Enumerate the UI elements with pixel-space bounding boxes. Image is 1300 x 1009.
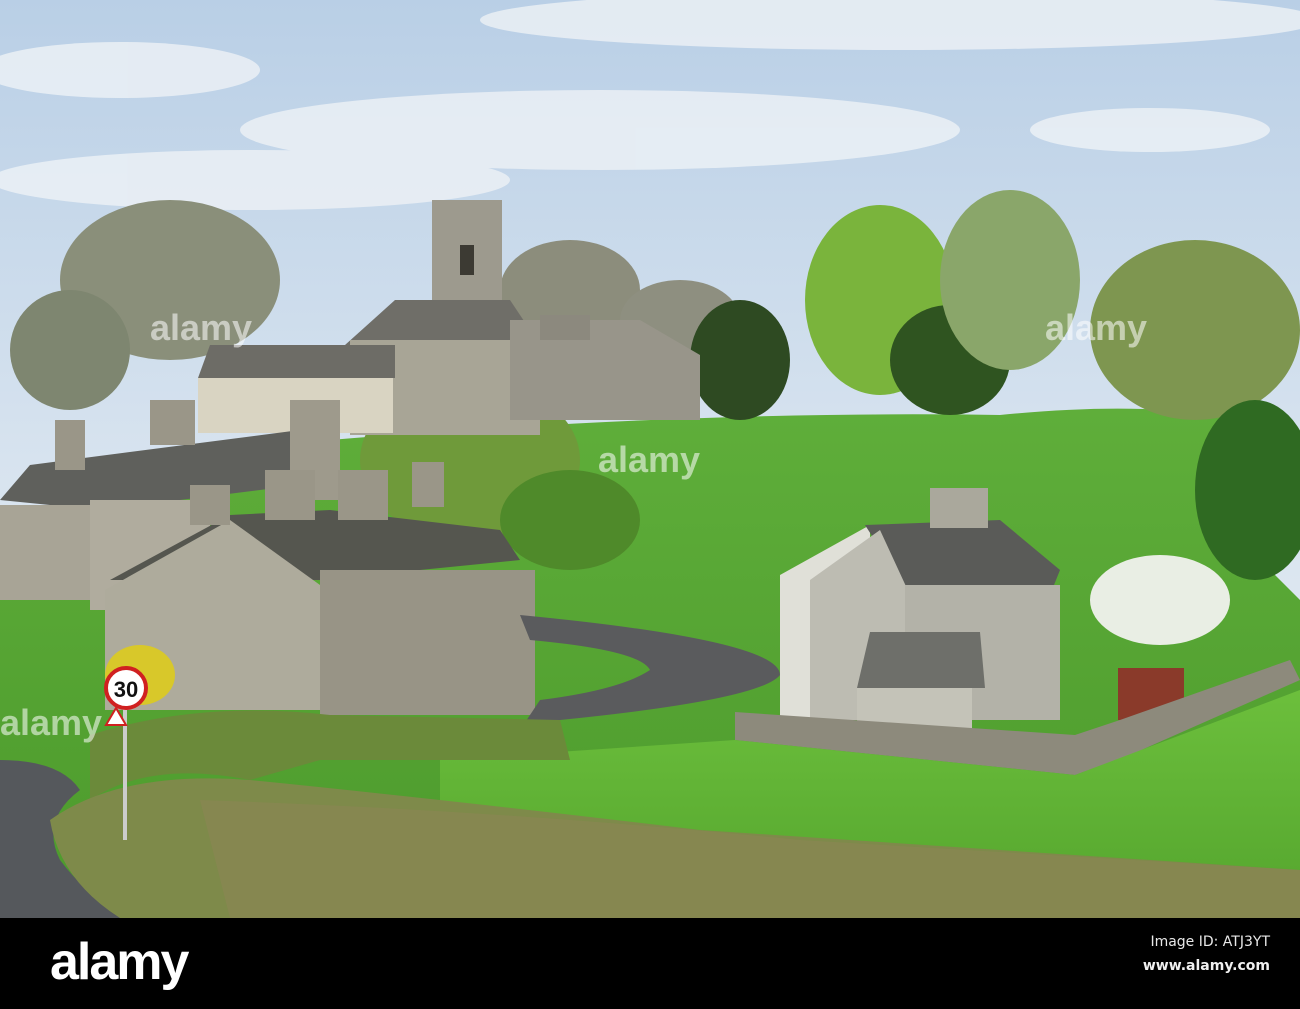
stock-photo: 30 alamy alamy alamy alamy alamy Image I…: [0, 0, 1300, 1009]
watermark-text: alamy: [150, 307, 252, 348]
footer-bar: alamy Image ID: ATJ3YT www.alamy.com: [0, 918, 1300, 1009]
village-landscape-photo: 30 alamy alamy alamy alamy: [0, 0, 1300, 918]
watermark-text: alamy: [1045, 307, 1147, 348]
image-id: Image ID: ATJ3YT: [1150, 934, 1270, 950]
watermark-text: alamy: [0, 702, 102, 743]
speed-limit-value: 30: [114, 677, 138, 702]
website-link[interactable]: www.alamy.com: [1143, 958, 1270, 974]
alamy-logo: alamy: [50, 933, 189, 991]
watermark-text: alamy: [598, 439, 700, 480]
